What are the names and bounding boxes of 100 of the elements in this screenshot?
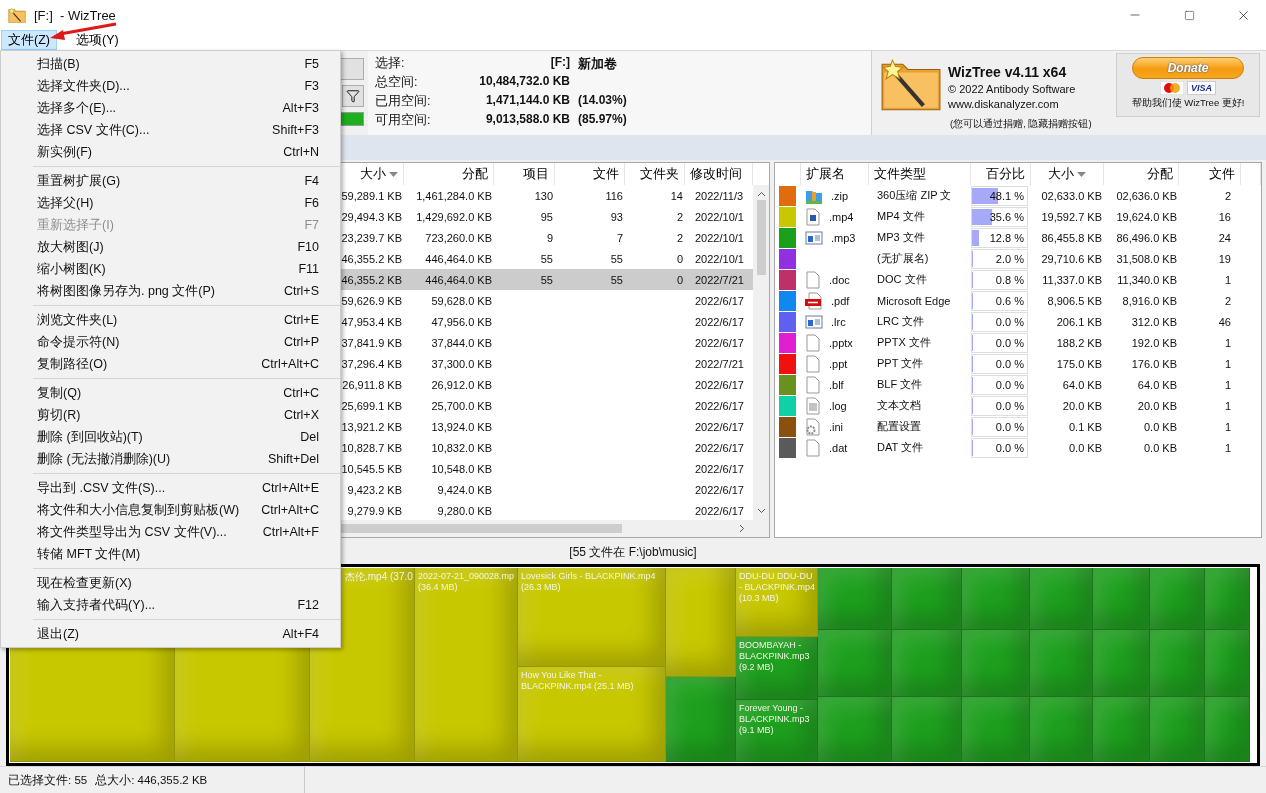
treemap-tile[interactable] [1093, 568, 1150, 630]
table-cell-text: 19 [1217, 252, 1232, 265]
treemap-tile[interactable] [962, 630, 1030, 697]
menu-item[interactable]: 转储 MFT 文件(M) [1, 543, 340, 565]
menu-item[interactable]: 选择文件夹(D)... F3 [1, 75, 340, 97]
tile-label: 2022-07-21_090028.mp (36.4 MB) [418, 571, 515, 593]
table-cell-text: 1,429,692.0 KB [415, 210, 493, 223]
treemap-tile[interactable] [1205, 697, 1250, 762]
menu-item[interactable]: 扫描(B) F5 [1, 53, 340, 75]
percent-text: 2.0 % [995, 252, 1025, 265]
treemap-tile[interactable] [892, 630, 962, 697]
treemap-tile[interactable] [1150, 568, 1205, 630]
info-value: 9,013,588.0 KB [484, 112, 570, 128]
treemap-tile[interactable] [1030, 568, 1093, 630]
table-cell-text: 2022/6/17 [694, 294, 745, 307]
menu-item[interactable]: 将文件类型导出为 CSV 文件(V)... Ctrl+Alt+F [1, 521, 340, 543]
menu-item[interactable]: 复制路径(O) Ctrl+Alt+C [1, 353, 340, 375]
media-window-icon [805, 313, 823, 330]
treemap-tile[interactable]: BOOMBAYAH - BLACKPINK.mp3 (9.2 MB) [736, 637, 818, 700]
treemap-tile[interactable] [1093, 697, 1150, 762]
menu-item[interactable]: 删除 (到回收站)(T) Del [1, 426, 340, 448]
treemap-tile[interactable] [1150, 630, 1205, 697]
treemap-tile[interactable] [1205, 568, 1250, 630]
menu-item[interactable]: 重置树扩展(G) F4 [1, 170, 340, 192]
menu-item[interactable]: 选择父(H) F6 [1, 192, 340, 214]
table-cell-text: 2022/10/1 [694, 210, 745, 223]
percent-text: 0.6 % [995, 294, 1025, 307]
file-icon [805, 354, 821, 373]
info-label: 可用空间: [375, 112, 432, 129]
menu-item[interactable]: 命令提示符(N) Ctrl+P [1, 331, 340, 353]
table-cell-text: 19,592.7 KB [1040, 210, 1103, 223]
text-file-icon [805, 396, 821, 415]
menu-item[interactable]: 删除 (无法撤消删除)(U) Shift+Del [1, 448, 340, 470]
extension-text: .blf [829, 378, 844, 391]
menu-title[interactable]: 选项(Y) [56, 30, 126, 50]
image-file-icon [805, 207, 821, 226]
treemap-tile[interactable] [892, 697, 962, 762]
table-cell-text: 723,260.0 KB [424, 231, 493, 244]
treemap-tile[interactable] [1150, 697, 1205, 762]
treemap-tile[interactable] [962, 568, 1030, 630]
extension-text: .pdf [831, 294, 850, 307]
table-cell-text: 37,844.0 KB [430, 336, 493, 349]
menu-item[interactable]: 浏览文件夹(L) Ctrl+E [1, 309, 340, 331]
table-cell-text: 1 [1223, 441, 1232, 454]
table-cell-text: 2022/6/17 [694, 399, 745, 412]
table-cell-text: 13,921.2 KB [341, 420, 403, 433]
scroll-right-icon[interactable] [739, 524, 745, 533]
treemap-tile[interactable] [962, 697, 1030, 762]
table-cell-text: 47,953.4 KB [341, 315, 403, 328]
treemap-tile[interactable] [818, 630, 892, 697]
vertical-scrollbar[interactable] [753, 185, 769, 520]
table-cell-text: 配置设置 [876, 419, 922, 434]
table-cell-text: 9,424.0 KB [436, 483, 493, 496]
treemap-tile[interactable] [666, 568, 736, 677]
table-cell-text: 9,423.2 KB [346, 483, 403, 496]
card-icon [1160, 81, 1184, 95]
treemap-tile[interactable] [1030, 697, 1093, 762]
menu-item[interactable]: 选择多个(E)... Alt+F3 [1, 97, 340, 119]
percent-text: 0.0 % [995, 399, 1025, 412]
status-text: 已选择文件: 55 [8, 772, 88, 788]
table-cell-text: 0.0 KB [1142, 420, 1178, 433]
menu-item[interactable]: 剪切(R) Ctrl+X [1, 404, 340, 426]
treemap-tile[interactable] [818, 568, 892, 630]
treemap-tile[interactable] [1205, 630, 1250, 697]
scroll-up-icon[interactable] [756, 191, 766, 197]
scroll-down-icon[interactable] [756, 508, 766, 514]
table-cell-text: 2022/6/17 [694, 420, 745, 433]
tile-label: DDU-DU DDU-DU - BLACKPINK.mp4 (10.3 MB) [739, 571, 816, 604]
table-cell-text: 47,956.0 KB [430, 315, 493, 328]
menu-title[interactable]: 文件(Z) [1, 30, 57, 50]
info-label: 选择: [375, 55, 406, 72]
info-label: 总空间: [375, 74, 419, 91]
menu-item[interactable]: 放大树图(J) F10 [1, 236, 340, 258]
menu-item[interactable]: 新实例(F) Ctrl+N [1, 141, 340, 163]
table-cell-text: 55 [539, 252, 554, 265]
folder-wand-icon [880, 56, 942, 112]
table-cell-text: 37,841.9 KB [341, 336, 403, 349]
treemap-tile[interactable] [1030, 630, 1093, 697]
filter-icon [346, 89, 360, 103]
filter-button[interactable] [342, 85, 364, 107]
treemap-tile[interactable] [666, 677, 736, 762]
extension-text: .ppt [829, 357, 848, 370]
table-cell-text: 2022/10/1 [694, 252, 745, 265]
menu-item[interactable]: 复制(Q) Ctrl+C [1, 382, 340, 404]
table-cell-text: 2022/10/1 [694, 231, 745, 244]
window-title: [F:] - WizTree [34, 7, 117, 23]
treemap-tile[interactable] [1093, 630, 1150, 697]
menu-item[interactable]: 选择 CSV 文件(C)... Shift+F3 [1, 119, 340, 141]
table-cell-text: 130 [533, 189, 554, 202]
tile-label: 杰伦.mp4 (37.0 [345, 571, 413, 582]
scroll-thumb[interactable] [756, 200, 766, 275]
percent-text: 35.6 % [989, 210, 1025, 223]
table-cell-text: 1 [1223, 273, 1232, 286]
treemap-tile[interactable] [892, 568, 962, 630]
table-cell-text: 9 [545, 231, 554, 244]
menu-item[interactable]: 将文件和大小信息复制到剪贴板(W) Ctrl+Alt+C [1, 499, 340, 521]
treemap-tile[interactable] [818, 697, 892, 762]
scroll-thumb[interactable] [341, 524, 622, 533]
table-cell-text: 312.0 KB [1130, 315, 1178, 328]
menu-item[interactable]: 导出到 .CSV 文件(S)... Ctrl+Alt+E [1, 477, 340, 499]
